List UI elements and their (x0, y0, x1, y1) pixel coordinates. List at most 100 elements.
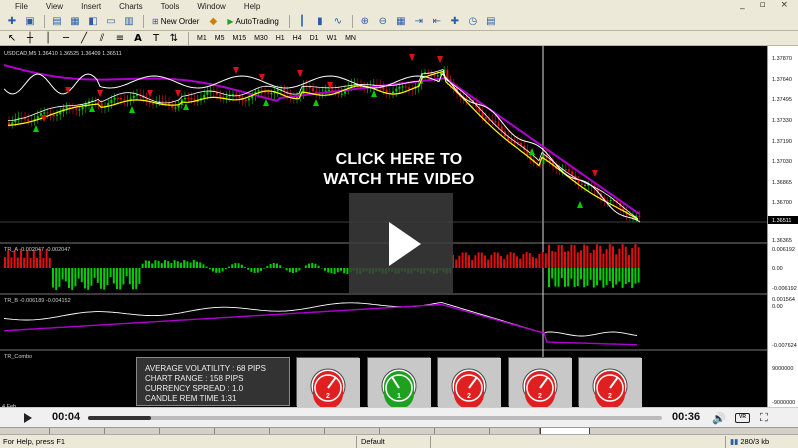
seek-bar[interactable] (88, 416, 662, 420)
menu-charts[interactable]: Charts (110, 2, 152, 11)
histogram-bar (525, 252, 528, 268)
menu-tools[interactable]: Tools (152, 2, 189, 11)
zoom-out-icon[interactable]: ⊖ (375, 14, 391, 29)
menu-insert[interactable]: Insert (72, 2, 110, 11)
buy-arrow-icon (371, 90, 377, 97)
tile-windows-icon[interactable]: ▦ (393, 14, 409, 29)
histogram-bar (279, 265, 282, 268)
profiles-icon[interactable]: ▣ (22, 14, 38, 29)
indicator-b-tick: 0.001564 (772, 297, 795, 303)
histogram-bar (240, 264, 243, 268)
player-play-button[interactable] (18, 409, 38, 427)
price-axis[interactable]: 1.37870 1.37640 1.37495 1.37330 1.37190 … (767, 46, 798, 410)
histogram-bar (615, 268, 618, 285)
histogram-bar (64, 268, 67, 282)
price-axis-canvas: 1.37870 1.37640 1.37495 1.37330 1.37190 … (768, 56, 798, 406)
candle-body (184, 97, 186, 100)
candle-body (344, 91, 346, 94)
candle-body (219, 94, 222, 97)
fibonacci-icon[interactable]: ≡ (112, 31, 128, 46)
candle-body (580, 183, 583, 185)
chart-shift-icon[interactable]: ⇤ (429, 14, 445, 29)
zoom-in-icon[interactable]: ⊕ (357, 14, 373, 29)
indicator-a-title: TR_A -0.002047 -0.002047 (4, 247, 70, 253)
histogram-bar (541, 252, 544, 268)
histogram-bar (224, 268, 227, 270)
timeframe-w1[interactable]: W1 (323, 35, 342, 42)
timeframe-d1[interactable]: D1 (306, 35, 323, 42)
histogram-bar (48, 257, 51, 268)
periods-icon[interactable]: ◷ (465, 14, 481, 29)
histogram-bar (336, 268, 339, 273)
label-icon[interactable]: T (148, 31, 164, 46)
histogram-bar (199, 262, 202, 268)
navigator-icon[interactable]: ◧ (85, 14, 101, 29)
market-watch-icon[interactable]: ▤ (49, 14, 65, 29)
histogram-bar (122, 268, 125, 285)
histogram-bar (484, 255, 486, 268)
volume-icon[interactable]: 🔊 (712, 412, 726, 425)
timeframe-h1[interactable]: H1 (272, 35, 289, 42)
candle-body (577, 179, 580, 184)
menu-help[interactable]: Help (235, 2, 269, 11)
timeframe-m1[interactable]: M1 (193, 35, 211, 42)
histogram-bar (618, 268, 621, 282)
metaeditor-icon[interactable]: ◆ (205, 14, 221, 29)
autotrading-button[interactable]: ▶ AutoTrading (223, 14, 282, 29)
text-icon[interactable]: A (130, 31, 146, 46)
candle-body (401, 86, 404, 88)
histogram-bar (84, 268, 86, 289)
timeframe-mn[interactable]: MN (341, 35, 360, 42)
stats-volatility: AVERAGE VOLATILITY : 68 PIPS (145, 364, 266, 373)
histogram-bar (218, 268, 221, 273)
candle-body (398, 86, 401, 89)
trendline-icon[interactable]: ╱ (76, 31, 92, 46)
fullscreen-icon[interactable]: ⛶ (760, 411, 768, 425)
auto-scroll-icon[interactable]: ⇥ (411, 14, 427, 29)
tester-icon[interactable]: ▥ (121, 14, 137, 29)
sell-arrow-icon (297, 70, 303, 77)
candle-body (235, 94, 238, 96)
vr-button[interactable]: VR (735, 413, 750, 423)
arrows-icon[interactable]: ⇅ (166, 31, 182, 46)
channel-icon[interactable]: ⫽ (94, 31, 110, 46)
video-player-bar: 00:04 00:36 🔊 VR ⛶ (0, 407, 798, 427)
data-window-icon[interactable]: ▦ (67, 14, 83, 29)
timeframe-m15[interactable]: M15 (228, 35, 250, 42)
new-order-button[interactable]: ⊞ New Order (148, 14, 203, 29)
templates-icon[interactable]: ▤ (483, 14, 499, 29)
histogram-bar (52, 268, 54, 288)
indicator-lines-group (3, 302, 638, 346)
price-tick: 1.37495 (772, 97, 792, 103)
window-controls[interactable]: _ ▫ × (740, 0, 794, 10)
timeframe-h4[interactable]: H4 (289, 35, 306, 42)
menu-window[interactable]: Window (188, 2, 234, 11)
histogram-bar (285, 268, 288, 271)
histogram-bar (500, 255, 502, 268)
indicators-icon[interactable]: ✚ (447, 14, 463, 29)
play-video-button[interactable] (349, 193, 453, 295)
crosshair-icon[interactable]: ┼ (22, 31, 38, 46)
histogram-bar (183, 260, 186, 268)
histogram-bar (148, 260, 150, 268)
menu-file[interactable]: File (6, 2, 37, 11)
histogram-bar (628, 255, 630, 268)
line-chart-icon[interactable]: ∿ (330, 14, 346, 29)
cursor-icon[interactable]: ↖ (4, 31, 20, 46)
candle-body (152, 103, 154, 105)
menu-view[interactable]: View (37, 2, 72, 11)
stats-candle-time: CANDLE REM TIME 1:31 (145, 394, 237, 403)
indicator-b-slow-line (3, 303, 638, 346)
timeframe-m30[interactable]: M30 (250, 35, 272, 42)
horizontal-line-icon[interactable]: ─ (58, 31, 74, 46)
vertical-line-icon[interactable]: │ (40, 31, 56, 46)
timeframe-m5[interactable]: M5 (211, 35, 229, 42)
new-chart-icon[interactable]: ✚ (4, 14, 20, 29)
watch-video-link[interactable]: CLICK HERE TO WATCH THE VIDEO (296, 150, 502, 190)
histogram-bar (637, 247, 640, 268)
histogram-bar (637, 268, 640, 283)
terminal-icon[interactable]: ▭ (103, 14, 119, 29)
bar-chart-icon[interactable]: ┃ (294, 14, 310, 29)
histogram-bar (55, 268, 58, 290)
candle-chart-icon[interactable]: ▮ (312, 14, 328, 29)
